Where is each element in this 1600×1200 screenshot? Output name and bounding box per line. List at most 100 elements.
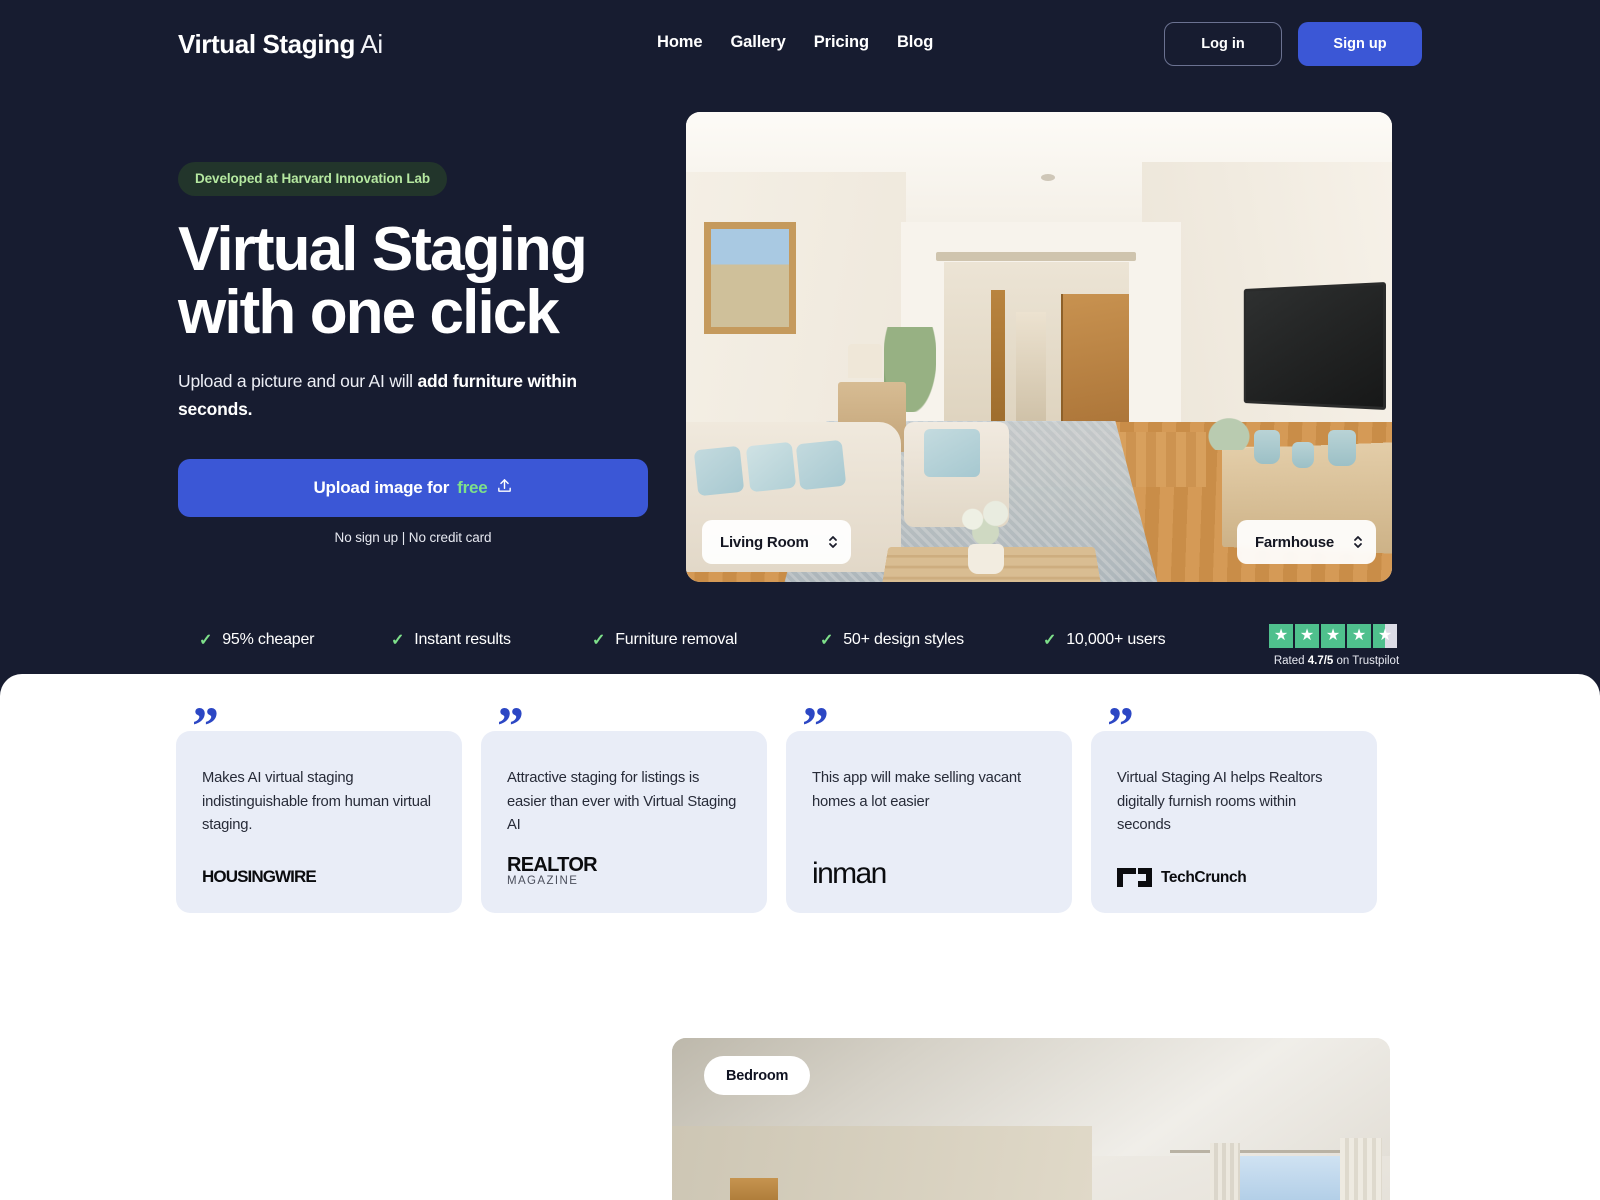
rating-suffix: on Trustpilot xyxy=(1333,655,1400,667)
hero-title-line-1: Virtual Staging xyxy=(178,215,588,284)
hero-staged-room-image: Living Room Farmhouse xyxy=(686,112,1392,582)
check-icon: ✓ xyxy=(199,632,213,649)
flower-vase xyxy=(968,544,1004,574)
wooden-entry-door xyxy=(1061,294,1129,442)
quote-icon: ” xyxy=(802,696,829,756)
quote-icon: ” xyxy=(192,696,219,756)
armchair-pillow xyxy=(924,429,980,477)
far-doorway xyxy=(1016,312,1046,430)
console-greenery xyxy=(1206,416,1252,450)
testimonial-text: This app will make selling vacant homes … xyxy=(812,770,1021,810)
design-style-value: Farmhouse xyxy=(1254,533,1334,551)
room-type-value: Living Room xyxy=(720,533,809,551)
feature-label: Furniture removal xyxy=(615,631,738,648)
press-logo-techcrunch: TechCrunch xyxy=(1117,868,1247,887)
testimonial-card: ” Makes AI virtual staging indistinguish… xyxy=(176,699,462,913)
nav-item-blog[interactable]: Blog xyxy=(897,33,933,52)
quote-icon: ” xyxy=(497,696,524,756)
table-lamp xyxy=(848,344,882,378)
feature-item: ✓ Furniture removal xyxy=(592,630,737,650)
auth-buttons: Log in Sign up xyxy=(1164,22,1422,66)
press-logo-inman: inman xyxy=(812,857,887,890)
bedroom-door xyxy=(730,1178,778,1200)
rating-prefix: Rated xyxy=(1273,655,1308,667)
site-header: Virtual Staging Ai Home Gallery Pricing … xyxy=(0,0,1600,90)
press-logo-text: inman xyxy=(812,857,887,890)
testimonial-card: ” This app will make selling vacant home… xyxy=(786,699,1072,913)
feature-bar: ✓ 95% cheaper ✓ Instant results ✓ Furnit… xyxy=(0,612,1600,674)
testimonial-text: Virtual Staging AI helps Realtors digita… xyxy=(1117,770,1323,834)
upload-button-highlight: free xyxy=(457,477,488,497)
testimonial-cards: ” Makes AI virtual staging indistinguish… xyxy=(176,699,1377,913)
upload-icon xyxy=(496,477,513,499)
nav-item-pricing[interactable]: Pricing xyxy=(814,33,869,52)
hero-subtitle: Upload a picture and our AI will add fur… xyxy=(178,368,598,422)
feature-item: ✓ 50+ design styles xyxy=(820,630,964,650)
feature-label: 10,000+ users xyxy=(1066,631,1166,648)
side-wood-door xyxy=(991,290,1005,440)
bedroom-curtain xyxy=(1340,1138,1382,1200)
upload-button-label: Upload image for xyxy=(313,477,450,497)
showcase-bedroom-image: Bedroom xyxy=(672,1038,1390,1200)
trustpilot-rating-text: Rated 4.7/5 on Trustpilot xyxy=(1269,655,1404,667)
star-icon: ★ xyxy=(1321,624,1345,648)
techcrunch-mark-icon xyxy=(1117,868,1152,887)
nav-item-home[interactable]: Home xyxy=(657,33,703,52)
testimonial-card: ” Virtual Staging AI helps Realtors digi… xyxy=(1091,699,1377,913)
bedroom-curtain xyxy=(1210,1143,1240,1200)
login-button[interactable]: Log in xyxy=(1164,22,1282,66)
feature-item: ✓ 95% cheaper xyxy=(199,630,315,650)
ceramic-jug xyxy=(1328,430,1356,466)
upload-image-button[interactable]: Upload image for free xyxy=(178,458,648,517)
press-logo-text: REALTOR xyxy=(507,854,598,876)
feature-label: 50+ design styles xyxy=(843,631,964,648)
testimonial-card: ” Attractive staging for listings is eas… xyxy=(481,699,767,913)
ceiling-light xyxy=(1041,174,1055,181)
star-rating: ★ ★ ★ ★ ★ xyxy=(1269,624,1404,648)
check-icon: ✓ xyxy=(592,632,606,649)
press-logo-realtor-magazine: REALTOR MAGAZINE xyxy=(507,854,598,887)
check-icon: ✓ xyxy=(1043,632,1057,649)
page-title: Virtual Staging with one click xyxy=(178,218,678,344)
press-logo-text: TechCrunch xyxy=(1161,868,1247,886)
sofa-pillow xyxy=(795,439,847,491)
trustpilot-rating[interactable]: ★ ★ ★ ★ ★ Rated 4.7/5 on Trustpilot xyxy=(1269,624,1404,667)
ceramic-jug xyxy=(1292,442,1314,468)
signup-button[interactable]: Sign up xyxy=(1298,22,1422,66)
hero-title-line-2: with one click xyxy=(178,278,560,348)
hallway-trim xyxy=(936,252,1136,261)
rating-value: 4.7/5 xyxy=(1307,655,1334,667)
landing-page: Virtual Staging Ai Home Gallery Pricing … xyxy=(0,0,1600,1200)
testimonial-text: Makes AI virtual staging indistinguishab… xyxy=(202,770,431,834)
check-icon: ✓ xyxy=(820,632,834,649)
main-navigation: Home Gallery Pricing Blog xyxy=(657,33,933,52)
design-style-select[interactable]: Farmhouse xyxy=(1236,520,1376,564)
living-room-photo xyxy=(686,112,1392,582)
press-logo-text: HOUSINGWIRE xyxy=(202,867,317,886)
hero-badge: Developed at Harvard Innovation Lab xyxy=(178,162,448,196)
hero-subtitle-plain: Upload a picture and our AI will xyxy=(178,371,418,392)
sofa-pillow xyxy=(745,441,797,493)
ceramic-jug xyxy=(1254,430,1280,464)
showcase-room-badge: Bedroom xyxy=(704,1056,811,1095)
feature-label: Instant results xyxy=(414,631,511,648)
sofa-pillow xyxy=(693,445,745,497)
logo-secondary-text: Ai xyxy=(360,29,383,59)
wall-art xyxy=(704,222,796,334)
quote-icon: ” xyxy=(1107,696,1134,756)
wall-mounted-tv xyxy=(1243,282,1386,410)
star-icon-half: ★ xyxy=(1373,624,1397,648)
testimonial-text: Attractive staging for listings is easie… xyxy=(507,770,737,834)
press-logo-housingwire: HOUSINGWIRE xyxy=(202,867,317,887)
star-icon: ★ xyxy=(1295,624,1319,648)
chevron-up-down-icon xyxy=(1352,532,1364,552)
site-logo[interactable]: Virtual Staging Ai xyxy=(178,29,383,60)
star-icon: ★ xyxy=(1347,624,1371,648)
feature-label: 95% cheaper xyxy=(222,631,315,648)
hero-content: Developed at Harvard Innovation Lab Virt… xyxy=(178,162,678,545)
press-logo-subtext: MAGAZINE xyxy=(507,875,579,887)
feature-item: ✓ 10,000+ users xyxy=(1043,630,1166,650)
room-type-select[interactable]: Living Room xyxy=(702,520,851,564)
chevron-up-down-icon xyxy=(827,532,839,552)
nav-item-gallery[interactable]: Gallery xyxy=(730,33,785,52)
